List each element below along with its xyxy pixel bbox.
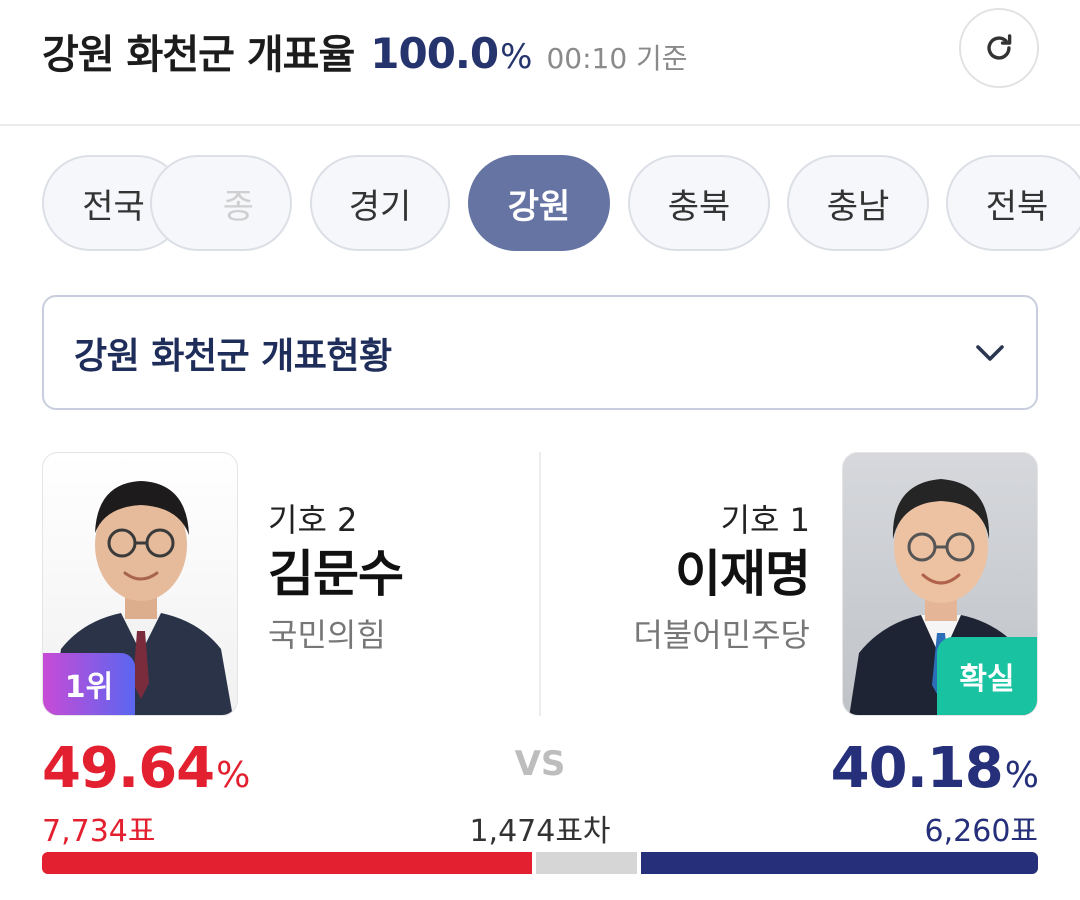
candidate-photo-left: 1위 [42,452,238,716]
candidate-name-left: 김문수 [268,545,404,603]
vote-difference: 1,474표차 [469,814,611,849]
count-rate-value: 100.0 [370,29,499,78]
candidate-number-left: 기호 2 [268,501,358,539]
candidate-photo-right: 확실 [842,452,1038,716]
page-title: 강원 화천군 개표율 [42,32,355,78]
candidate-info-left: 기호 2 김문수 국민의힘 [268,500,404,662]
vote-bar-other [536,852,638,874]
tab-gangwon[interactable]: 강원 [468,155,610,251]
candidate-party-right: 더불어민주당 [633,616,810,654]
region-tabs: 전국 종 경기 강원 충북 충남 전북 [0,155,1080,255]
dropdown-label: 강원 화천군 개표현황 [74,335,392,377]
center-divider [539,452,541,716]
candidate-name-right: 이재명 [675,545,811,603]
header: 강원 화천군 개표율 100.0 % 00:10 기준 [0,0,1080,126]
count-rate-unit: % [500,37,533,77]
vs-label: VS [514,744,566,784]
refresh-button[interactable] [959,8,1039,88]
tab-jeonbuk[interactable]: 전북 [946,155,1080,251]
tab-gyeonggi[interactable]: 경기 [310,155,450,251]
candidate-party-left: 국민의힘 [268,616,386,654]
vote-share-bar [42,852,1038,874]
vote-bar-left [42,852,533,874]
vote-bar-right [641,852,1038,874]
update-time: 00:10 기준 [546,42,688,75]
win-badge: 확실 [937,637,1037,715]
rank-badge: 1위 [43,653,135,715]
district-dropdown[interactable]: 강원 화천군 개표현황 [42,295,1038,410]
chevron-down-icon [976,345,1004,361]
tab-chungnam[interactable]: 충남 [787,155,929,251]
candidate-number-right: 기호 1 [720,501,810,539]
tab-partial[interactable]: 종 [150,155,292,251]
refresh-icon [987,34,1012,60]
tab-chungbuk[interactable]: 충북 [628,155,770,251]
votes-right: 6,260표 [924,814,1038,849]
title-row: 강원 화천군 개표율 100.0 % 00:10 기준 [42,22,688,80]
candidate-info-right: 기호 1 이재명 더불어민주당 [633,500,811,662]
